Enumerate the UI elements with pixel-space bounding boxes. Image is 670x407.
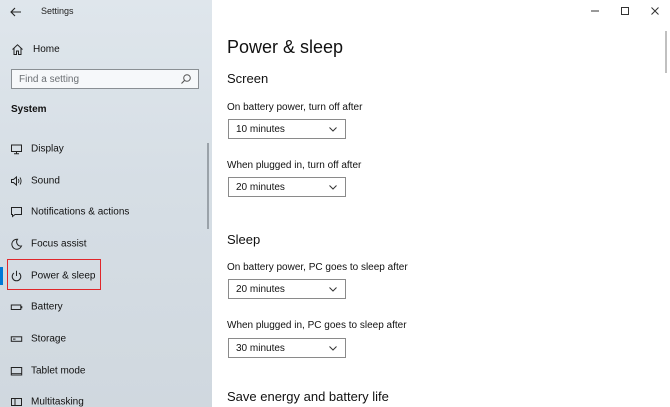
sidebar-item-label: Focus assist (31, 238, 87, 250)
chevron-down-icon (329, 346, 337, 351)
notifications-icon (11, 207, 22, 218)
multitasking-icon (11, 398, 22, 407)
display-icon (11, 144, 22, 155)
sidebar-item-label: Display (31, 143, 64, 155)
back-arrow-icon (10, 7, 21, 17)
main-scrollbar[interactable] (665, 31, 667, 73)
sidebar-item-storage[interactable]: Storage (0, 323, 212, 355)
sleep-plugged-dropdown[interactable]: 30 minutes (228, 338, 346, 358)
app-title: Settings (41, 6, 74, 16)
main-content: Power & sleep Screen On battery power, t… (212, 0, 670, 407)
moon-icon (11, 238, 23, 250)
screen-battery-label: On battery power, turn off after (227, 102, 363, 113)
maximize-icon (621, 7, 629, 15)
search-placeholder: Find a setting (19, 73, 80, 85)
sidebar-item-focus-assist[interactable]: Focus assist (0, 228, 212, 260)
search-input[interactable]: Find a setting (11, 69, 199, 89)
minimize-button[interactable] (580, 0, 610, 22)
title-bar: Settings (0, 0, 212, 24)
maximize-button[interactable] (610, 0, 640, 22)
section-title-system: System (11, 104, 47, 115)
section-heading-sleep: Sleep (227, 232, 261, 247)
sidebar-item-label: Battery (31, 301, 63, 313)
sidebar-item-battery[interactable]: Battery (0, 291, 212, 323)
annotation-highlight-box (7, 259, 101, 290)
sidebar: Settings Home Find a setting System Disp… (0, 0, 212, 407)
sidebar-item-label: Notifications & actions (31, 206, 130, 218)
window-controls (580, 0, 670, 22)
sidebar-item-sound[interactable]: Sound (0, 165, 212, 197)
sidebar-scrollbar[interactable] (207, 143, 209, 229)
sleep-plugged-label: When plugged in, PC goes to sleep after (227, 320, 407, 331)
dropdown-value: 10 minutes (236, 123, 285, 135)
sleep-battery-label: On battery power, PC goes to sleep after (227, 262, 408, 273)
close-button[interactable] (640, 0, 670, 22)
sidebar-item-label: Tablet mode (31, 365, 86, 377)
minimize-icon (591, 10, 599, 12)
home-label: Home (33, 43, 60, 55)
back-button[interactable] (8, 4, 24, 20)
dropdown-value: 20 minutes (236, 181, 285, 193)
dropdown-value: 30 minutes (236, 342, 285, 354)
section-heading-screen: Screen (227, 71, 269, 86)
close-icon (651, 7, 659, 15)
sidebar-item-label: Sound (31, 175, 60, 187)
sidebar-item-label: Storage (31, 333, 67, 345)
home-icon (12, 43, 23, 55)
tablet-mode-icon (10, 366, 23, 376)
chevron-down-icon (329, 287, 337, 292)
search-icon[interactable] (180, 73, 192, 85)
sidebar-item-label: Multitasking (31, 396, 84, 407)
screen-plugged-dropdown[interactable]: 20 minutes (228, 177, 346, 197)
chevron-down-icon (329, 127, 337, 132)
selected-indicator (0, 266, 3, 285)
sidebar-item-tablet-mode[interactable]: Tablet mode (0, 355, 212, 387)
screen-battery-dropdown[interactable]: 10 minutes (228, 119, 346, 139)
battery-icon (10, 304, 23, 311)
page-title: Power & sleep (227, 37, 344, 57)
storage-icon (10, 336, 23, 342)
chevron-down-icon (329, 185, 337, 190)
screen-plugged-label: When plugged in, turn off after (227, 160, 362, 171)
sleep-battery-dropdown[interactable]: 20 minutes (228, 279, 346, 299)
sidebar-item-notifications[interactable]: Notifications & actions (0, 196, 212, 228)
dropdown-value: 20 minutes (236, 283, 285, 295)
section-heading-save-energy: Save energy and battery life (227, 389, 389, 404)
sidebar-item-display[interactable]: Display (0, 133, 212, 165)
speaker-icon (11, 175, 22, 186)
sidebar-item-multitasking[interactable]: Multitasking (0, 387, 212, 407)
home-nav-item[interactable]: Home (11, 41, 60, 57)
